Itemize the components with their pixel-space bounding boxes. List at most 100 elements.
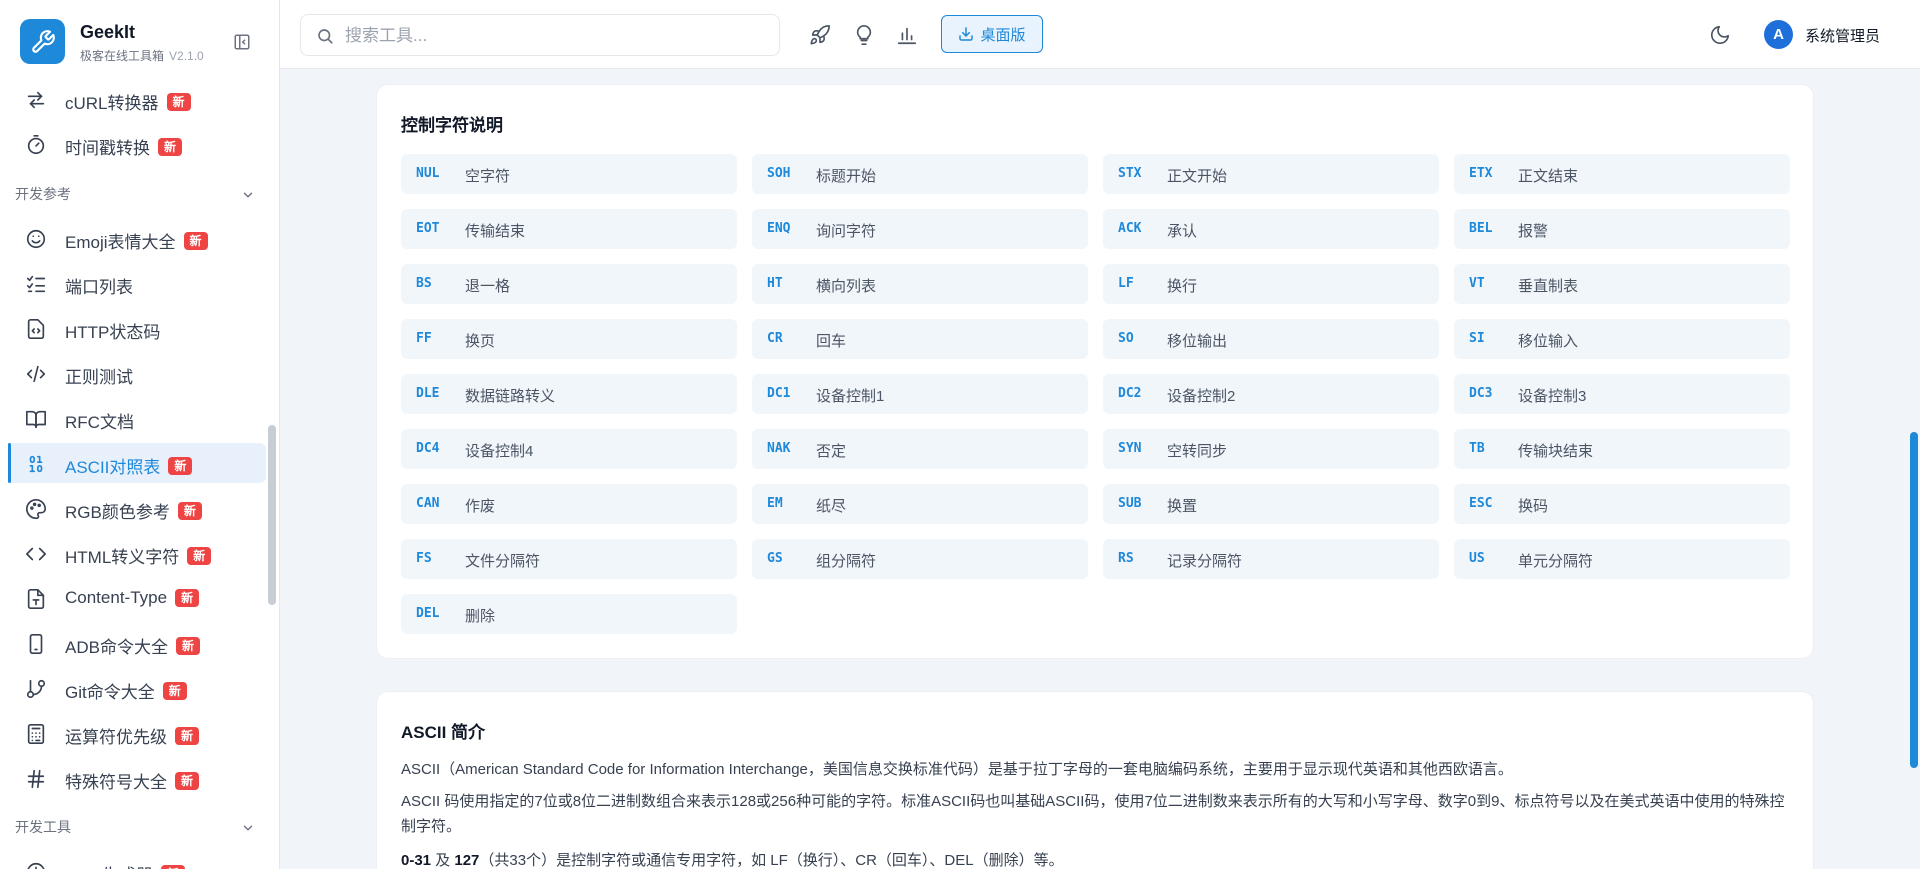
sidebar-item-adb[interactable]: ADB命令大全新 xyxy=(8,623,266,663)
control-char-description: 标题开始 xyxy=(816,168,877,185)
hash-icon xyxy=(25,768,47,790)
sidebar-item-label: ASCII对照表新 xyxy=(65,453,193,478)
user-name[interactable]: 系统管理员 xyxy=(1805,25,1880,46)
control-char-description: 承认 xyxy=(1167,223,1198,240)
control-char-lf: LF 换行 xyxy=(1103,264,1439,304)
control-char-can: CAN 作废 xyxy=(401,484,737,524)
control-char-description: 设备控制1 xyxy=(816,388,885,405)
control-char-ht: HT 横向列表 xyxy=(752,264,1088,304)
avatar[interactable]: A xyxy=(1764,20,1793,49)
control-char-description: 移位输出 xyxy=(1167,333,1228,350)
control-char-dle: DLE 数据链路转义 xyxy=(401,374,737,414)
sidebar-item-label: ADB命令大全新 xyxy=(65,633,200,658)
new-badge: 新 xyxy=(175,589,200,607)
new-badge: 新 xyxy=(175,636,200,655)
sidebar-scrollbar[interactable] xyxy=(268,425,276,605)
control-char-description: 空转同步 xyxy=(1167,443,1228,460)
control-char-description: 询问字符 xyxy=(816,223,877,240)
moon-icon[interactable] xyxy=(1709,24,1731,46)
control-char-code: NAK xyxy=(767,441,791,456)
group-dev-tools[interactable]: 开发工具 xyxy=(15,817,255,841)
main-scrollbar[interactable] xyxy=(1910,432,1918,768)
control-char-dc1: DC1 设备控制1 xyxy=(752,374,1088,414)
desktop-version-button[interactable]: 桌面版 xyxy=(941,15,1043,53)
sidebar-item-label: 特殊符号大全新 xyxy=(65,768,200,793)
control-char-cr: CR 回车 xyxy=(752,319,1088,359)
sidebar-item-label: 运算符优先级新 xyxy=(65,723,200,748)
sidebar-item-git[interactable]: Git命令大全新 xyxy=(8,668,266,708)
sidebar-item-item[interactable]: 时间戳转换新 xyxy=(8,124,266,164)
search-input[interactable] xyxy=(345,24,765,48)
control-char-description: 记录分隔符 xyxy=(1167,553,1243,570)
new-badge: 新 xyxy=(166,92,191,111)
control-char-gs: GS 组分隔符 xyxy=(752,539,1088,579)
sidebar-item-item[interactable]: 正则测试 xyxy=(8,353,266,393)
brand-name: GeekIt xyxy=(80,22,136,42)
sidebar-item-curl[interactable]: cURL转换器新 xyxy=(8,79,266,119)
control-char-vt: VT 垂直制表 xyxy=(1454,264,1790,304)
desktop-version-label: 桌面版 xyxy=(980,26,1026,44)
sidebar-item-rgb[interactable]: RGB颜色参考新 xyxy=(8,488,266,528)
calculator-icon xyxy=(25,723,47,745)
sidebar-item-label: Git命令大全新 xyxy=(65,678,187,703)
control-char-description: 传输结束 xyxy=(465,223,526,240)
sidebar-item-content-type[interactable]: Content-Type 新 xyxy=(8,578,266,618)
control-char-code: FS xyxy=(416,551,432,566)
control-char-description: 换置 xyxy=(1167,498,1198,515)
control-char-description: 单元分隔符 xyxy=(1518,553,1594,570)
wrench-logo-icon[interactable] xyxy=(20,19,65,64)
sidebar: cURL转换器新时间戳转换新开发参考 Emoji表情大全新端口列表 HTTP状态码正… xyxy=(0,0,280,869)
control-char-code: SOH xyxy=(767,166,791,181)
sidebar-item-label: HTTP状态码 xyxy=(65,323,161,342)
download-icon xyxy=(959,27,974,41)
control-char-code: DC3 xyxy=(1469,386,1493,401)
search-box[interactable] xyxy=(300,14,780,56)
control-char-code: NUL xyxy=(416,166,440,181)
control-char-nul: NUL 空字符 xyxy=(401,154,737,194)
control-char-description: 组分隔符 xyxy=(816,553,877,570)
control-char-code: FF xyxy=(416,331,432,346)
control-char-em: EM 纸尽 xyxy=(752,484,1088,524)
control-char-code: VT xyxy=(1469,276,1485,291)
sidebar-item-ascii[interactable]: ASCII对照表新 xyxy=(8,443,266,483)
control-char-fs: FS 文件分隔符 xyxy=(401,539,737,579)
sidebar-item-http[interactable]: HTTP状态码 xyxy=(8,308,266,348)
sidebar-item-emoji[interactable]: Emoji表情大全新 xyxy=(8,218,266,258)
control-char-description: 纸尽 xyxy=(816,498,847,515)
sidebar-item-item[interactable]: 端口列表 xyxy=(8,263,266,303)
new-badge: 新 xyxy=(175,771,200,790)
rocket-icon[interactable] xyxy=(809,24,831,46)
control-char-nak: NAK 否定 xyxy=(752,429,1088,469)
control-char-soh: SOH 标题开始 xyxy=(752,154,1088,194)
control-char-description: 否定 xyxy=(816,443,847,460)
group-dev-reference[interactable]: 开发参考 xyxy=(15,184,255,208)
control-char-description: 设备控制3 xyxy=(1518,388,1587,405)
sidebar-item-html[interactable]: HTML转义字符新 xyxy=(8,533,266,573)
control-char-code: CAN xyxy=(416,496,440,511)
control-char-dc4: DC4 设备控制4 xyxy=(401,429,737,469)
control-char-code: ACK xyxy=(1118,221,1142,236)
lightbulb-icon[interactable] xyxy=(853,24,875,46)
bar-chart-icon[interactable] xyxy=(896,24,918,46)
control-char-eot: EOT 传输结束 xyxy=(401,209,737,249)
sidebar-collapse-icon[interactable] xyxy=(233,33,251,51)
control-char-description: 作废 xyxy=(465,498,496,515)
control-char-description: 垂直制表 xyxy=(1518,278,1579,295)
control-char-rs: RS 记录分隔符 xyxy=(1103,539,1439,579)
git-branch-icon xyxy=(25,678,47,700)
control-char-syn: SYN 空转同步 xyxy=(1103,429,1439,469)
control-char-code: TB xyxy=(1469,441,1485,456)
sidebar-item-rfc[interactable]: RFC文档 xyxy=(8,398,266,438)
sidebar-item-item[interactable]: 特殊符号大全新 xyxy=(8,758,266,798)
control-chars-title: 控制字符说明 xyxy=(401,116,503,135)
control-char-sub: SUB 换置 xyxy=(1103,484,1439,524)
control-char-description: 设备控制2 xyxy=(1167,388,1236,405)
control-chars-card: 控制字符说明 NUL 空字符 SOH 标题开始 STX 正文开始 ETX 正文结束 EOT 传输结… xyxy=(376,84,1814,659)
sidebar-item-cron[interactable]: Cron生成器新 xyxy=(8,851,266,869)
sidebar-item-item[interactable]: 运算符优先级新 xyxy=(8,713,266,753)
control-char-description: 换码 xyxy=(1518,498,1549,515)
topbar: 桌面版 A 系统管理员 xyxy=(280,0,1920,69)
control-char-description: 换页 xyxy=(465,333,496,350)
control-char-stx: STX 正文开始 xyxy=(1103,154,1439,194)
control-char-bs: BS 退一格 xyxy=(401,264,737,304)
